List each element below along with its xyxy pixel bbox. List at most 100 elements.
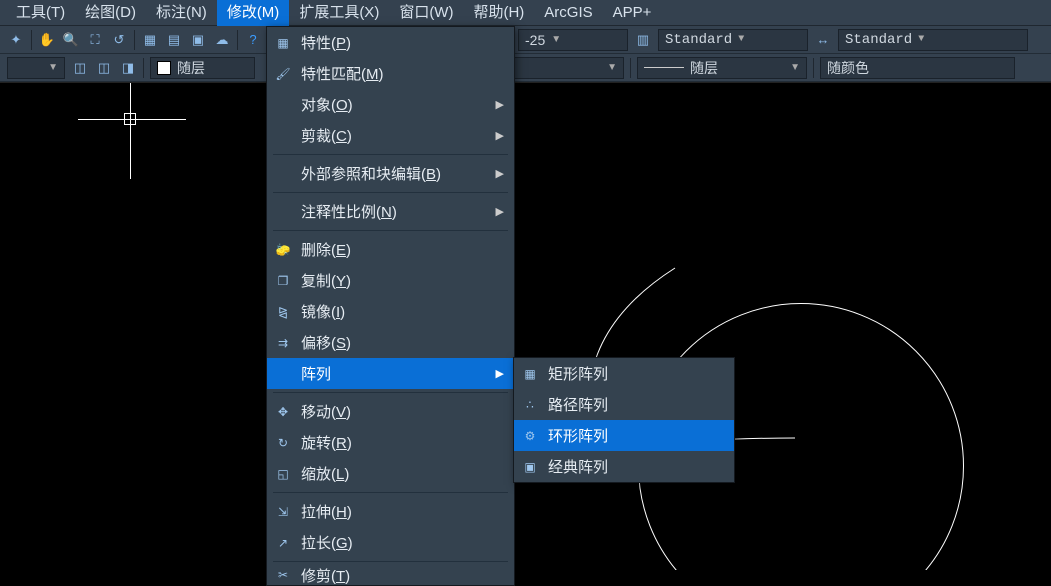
mi-stretch[interactable]: ⇲ 拉伸(H) — [267, 496, 514, 527]
menu-modify[interactable]: 修改(M) — [217, 0, 290, 26]
mi-erase[interactable]: 🧽 删除(E) — [267, 234, 514, 265]
menu-help[interactable]: 帮助(H) — [463, 0, 534, 26]
mi-xref-blockedit[interactable]: 外部参照和块编辑(B) ▶ — [267, 158, 514, 189]
menubar: 工具(T) 绘图(D) 标注(N) 修改(M) 扩展工具(X) 窗口(W) 帮助… — [0, 0, 1051, 26]
menu-separator — [273, 492, 508, 493]
mi-label: 移动(V) — [301, 401, 504, 422]
menu-window[interactable]: 窗口(W) — [389, 0, 463, 26]
toolbar-row-2: ▼ ◫ ◫ ◨ 随层 层 ▼ 随层 ▼ 随颜色 — [0, 54, 1051, 82]
chevron-right-icon: ▶ — [496, 129, 504, 142]
chevron-right-icon: ▶ — [496, 167, 504, 180]
mi-clip[interactable]: 剪裁(C) ▶ — [267, 120, 514, 151]
mi-trim[interactable]: ✂ 修剪(T) — [267, 565, 514, 585]
zoom-window-icon[interactable]: ⛶ — [84, 29, 106, 51]
mi-rotate[interactable]: ↻ 旋转(R) — [267, 427, 514, 458]
color-combo[interactable]: 随颜色 — [820, 57, 1015, 79]
chevron-down-icon: ▼ — [551, 34, 561, 45]
mi-properties[interactable]: ▦ 特性(P) — [267, 27, 514, 58]
cloud-icon[interactable]: ☁ — [211, 29, 233, 51]
menu-arcgis[interactable]: ArcGIS — [534, 0, 602, 26]
zoom-prev-icon[interactable]: ↺ — [108, 29, 130, 51]
chevron-right-icon: ▶ — [496, 367, 504, 380]
rectarray-icon: ▦ — [520, 364, 540, 384]
mi-copy[interactable]: ❐ 复制(Y) — [267, 265, 514, 296]
swatch-white — [157, 61, 171, 75]
sheet-icon[interactable]: ▣ — [187, 29, 209, 51]
mi-offset[interactable]: ⇉ 偏移(S) — [267, 327, 514, 358]
mi-annoscale[interactable]: 注释性比例(N) ▶ — [267, 196, 514, 227]
mi-label: 镜像(I) — [301, 301, 504, 322]
table-icon[interactable]: ▦ — [139, 29, 161, 51]
line-sample — [644, 67, 684, 68]
chevron-down-icon: ▼ — [607, 62, 617, 73]
mi-polararray[interactable]: ⚙ 环形阵列 — [514, 420, 734, 451]
crosshair-vertical — [130, 83, 131, 179]
mi-move[interactable]: ✥ 移动(V) — [267, 396, 514, 427]
scale-icon: ◱ — [273, 464, 293, 484]
menu-tools[interactable]: 工具(T) — [6, 0, 75, 26]
dimstyle-combo[interactable]: Standard ▼ — [838, 29, 1028, 51]
mi-label: 旋转(R) — [301, 432, 504, 453]
regen-icon[interactable]: ✦ — [5, 29, 27, 51]
menu-appplus[interactable]: APP+ — [603, 0, 662, 26]
menu-exttools[interactable]: 扩展工具(X) — [289, 0, 389, 26]
mi-matchprop[interactable]: 🖌 特性匹配(M) — [267, 58, 514, 89]
classicarray-icon: ▣ — [520, 457, 540, 477]
menu-separator — [273, 154, 508, 155]
color-value: 随颜色 — [827, 58, 869, 78]
trim-icon: ✂ — [273, 565, 293, 585]
chevron-down-icon: ▼ — [48, 62, 58, 73]
grid-icon[interactable]: ▤ — [163, 29, 185, 51]
mi-label: 偏移(S) — [301, 332, 504, 353]
small-combo[interactable]: ▼ — [7, 57, 65, 79]
array-sub-dropdown: ▦ 矩形阵列 ∴ 路径阵列 ⚙ 环形阵列 ▣ 经典阵列 — [513, 357, 735, 483]
pan-icon[interactable]: ✋ — [36, 29, 58, 51]
layer-color-combo[interactable]: 随层 — [150, 57, 255, 79]
layer-iso-icon[interactable]: ◫ — [69, 57, 91, 79]
mi-rectarray[interactable]: ▦ 矩形阵列 — [514, 358, 734, 389]
mi-label: 经典阵列 — [548, 456, 724, 477]
mi-mirror[interactable]: ⧎ 镜像(I) — [267, 296, 514, 327]
mi-scale[interactable]: ◱ 缩放(L) — [267, 458, 514, 489]
drawing-canvas[interactable] — [0, 83, 1051, 570]
toolbar-row-1: ✦ ✋ 🔍 ⛶ ↺ ▦ ▤ ▣ ☁ ? -25 ▼ ▥ Standard ▼ ↔… — [0, 26, 1051, 54]
menu-draw[interactable]: 绘图(D) — [75, 0, 146, 26]
ltype-value: 随层 — [690, 58, 718, 78]
mi-label: 环形阵列 — [548, 425, 724, 446]
style-combo[interactable]: -25 ▼ — [518, 29, 628, 51]
mi-label: 复制(Y) — [301, 270, 504, 291]
offset-icon: ⇉ — [273, 333, 293, 353]
mi-label: 拉伸(H) — [301, 501, 504, 522]
linetype-combo[interactable]: 随层 ▼ — [637, 57, 807, 79]
layer-match-icon[interactable]: ◨ — [117, 57, 139, 79]
matchprop-icon: 🖌 — [273, 64, 293, 84]
menu-separator — [273, 230, 508, 231]
menu-annotate[interactable]: 标注(N) — [146, 0, 217, 26]
dimstyle-icon[interactable]: ↔ — [812, 29, 834, 51]
pickbox — [124, 113, 136, 125]
textstyle-icon[interactable]: ▥ — [632, 29, 654, 51]
patharray-icon: ∴ — [520, 395, 540, 415]
style-value: -25 — [525, 32, 545, 48]
mi-label: 缩放(L) — [301, 463, 504, 484]
mi-label: 删除(E) — [301, 239, 504, 260]
textstyle-value: Standard — [665, 32, 732, 48]
menu-separator — [273, 561, 508, 562]
mi-label: 路径阵列 — [548, 394, 724, 415]
erase-icon: 🧽 — [273, 240, 293, 260]
move-icon: ✥ — [273, 402, 293, 422]
layer-iso2-icon[interactable]: ◫ — [93, 57, 115, 79]
mi-object[interactable]: 对象(O) ▶ — [267, 89, 514, 120]
zoom-icon[interactable]: 🔍 — [60, 29, 82, 51]
textstyle-combo[interactable]: Standard ▼ — [658, 29, 808, 51]
mi-array[interactable]: 阵列 ▶ — [267, 358, 514, 389]
chevron-down-icon: ▼ — [790, 62, 800, 73]
dimstyle-value: Standard — [845, 32, 912, 48]
mi-patharray[interactable]: ∴ 路径阵列 — [514, 389, 734, 420]
mi-lengthen[interactable]: ↗ 拉长(G) — [267, 527, 514, 558]
mi-label: 阵列 — [301, 363, 496, 384]
mi-label: 对象(O) — [301, 94, 496, 115]
mi-classicarray[interactable]: ▣ 经典阵列 — [514, 451, 734, 482]
mi-label: 注释性比例(N) — [301, 201, 496, 222]
help-icon[interactable]: ? — [242, 29, 264, 51]
